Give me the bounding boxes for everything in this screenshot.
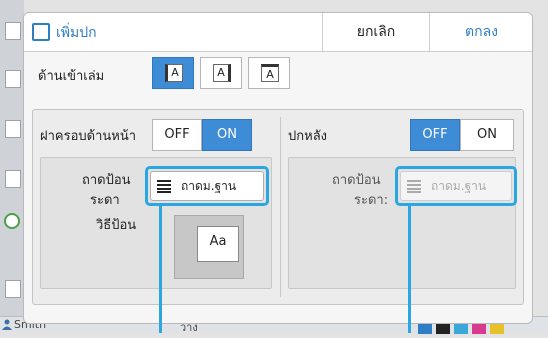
- back-cover-label: ปกหลัง: [288, 129, 328, 144]
- back-tray-label-cont: ระดา:: [354, 193, 389, 208]
- feed-method-preview[interactable]: Aa: [174, 215, 244, 279]
- list-icon: [157, 180, 171, 193]
- dialog-title: เพิ่มปก: [56, 25, 97, 41]
- background-doc-icon: [5, 280, 21, 298]
- binding-right-button[interactable]: A: [200, 57, 242, 89]
- back-tray-value: ถาดม.ฐาน: [431, 179, 487, 193]
- list-icon: [407, 180, 421, 193]
- front-tray-label-cont: ระดา: [90, 193, 120, 208]
- binding-side-label: ด้านเข้าเล่ม: [38, 69, 105, 84]
- front-cover-label: ฝาครอบด้านหน้า: [40, 129, 137, 144]
- background-sidebar: [0, 0, 24, 333]
- back-tray-label: ถาดป้อน: [332, 173, 381, 188]
- feed-method-label: วิธีป้อน: [96, 218, 137, 233]
- front-tray-label: ถาดป้อน: [82, 173, 131, 188]
- binding-top-icon: A: [261, 64, 279, 82]
- ok-button[interactable]: ตกลง: [429, 13, 532, 51]
- front-tray-select-button[interactable]: ถาดม.ฐาน: [150, 171, 264, 201]
- back-cover-off-button[interactable]: OFF: [410, 119, 460, 151]
- user-icon: [2, 319, 12, 330]
- binding-left-icon: A: [165, 64, 183, 82]
- background-doc-icon: [5, 120, 21, 138]
- background-doc-icon: [5, 70, 21, 88]
- cancel-button[interactable]: ยกเลิก: [322, 13, 429, 51]
- dialog-header: เพิ่มปก ยกเลิก ตกลง: [24, 13, 532, 52]
- feed-preview-card: Aa: [197, 226, 239, 262]
- add-cover-dialog: เพิ่มปก ยกเลิก ตกลง ด้านเข้าเล่ม A A A ฝ…: [23, 12, 533, 324]
- panel-divider: [280, 117, 281, 297]
- binding-right-icon: A: [213, 64, 231, 82]
- back-cover-on-button[interactable]: ON: [460, 119, 514, 151]
- back-tray-select-button[interactable]: ถาดม.ฐาน: [400, 171, 512, 201]
- cover-icon: [32, 23, 50, 41]
- front-cover-off-button[interactable]: OFF: [152, 119, 202, 151]
- binding-top-button[interactable]: A: [248, 57, 290, 89]
- background-doc-icon: [5, 170, 21, 188]
- background-check-icon: [4, 213, 20, 229]
- background-doc-icon: [5, 22, 21, 40]
- front-tray-value: ถาดม.ฐาน: [181, 179, 237, 193]
- binding-left-button[interactable]: A: [152, 57, 194, 89]
- front-cover-on-button[interactable]: ON: [202, 119, 252, 151]
